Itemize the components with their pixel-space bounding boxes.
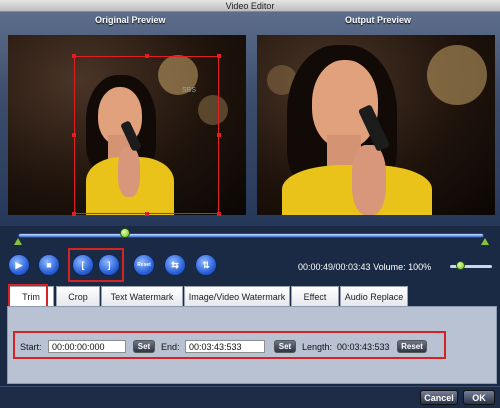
flip-button[interactable]: ⇅ (195, 254, 217, 276)
mark-out-icon: ] (107, 260, 111, 270)
play-icon: ▶ (15, 259, 23, 270)
tab-audio-replace[interactable]: Audio Replace (340, 286, 408, 307)
crop-handle-top-right[interactable] (217, 54, 221, 58)
output-preview-label: Output Preview (345, 15, 412, 25)
length-value: 00:03:43:533 (337, 342, 390, 352)
crop-handle-bottom-right[interactable] (217, 212, 221, 216)
output-preview-pane (257, 35, 495, 215)
crop-handle-bottom[interactable] (145, 212, 149, 216)
window-title-bar: Video Editor (0, 0, 500, 12)
mark-out-button[interactable]: ] (98, 254, 120, 276)
set-end-label: Set (278, 342, 292, 351)
crop-handle-left[interactable] (72, 133, 76, 137)
play-button[interactable]: ▶ (8, 254, 30, 276)
set-start-label: Set (137, 342, 151, 351)
tab-effect-label: Effect (303, 292, 327, 302)
crop-handle-right[interactable] (217, 133, 221, 137)
length-label: Length: (302, 342, 333, 352)
reset-trim-button[interactable]: Reset (397, 340, 427, 353)
crop-handle-bottom-left[interactable] (72, 212, 76, 216)
stop-icon: ■ (46, 260, 52, 270)
end-label: End: (161, 342, 180, 352)
swap-button[interactable]: ⇆ (164, 254, 186, 276)
stop-button[interactable]: ■ (38, 254, 60, 276)
reset-playback-button[interactable]: Reset (133, 254, 155, 276)
cancel-button[interactable]: Cancel (420, 390, 458, 405)
cancel-label: Cancel (424, 392, 454, 403)
window-title: Video Editor (225, 1, 275, 11)
set-end-button[interactable]: Set (274, 340, 296, 353)
start-label: Start: (20, 342, 42, 352)
end-time-input[interactable] (185, 340, 265, 353)
reset-button-label: Reset (137, 262, 151, 268)
crop-selection-box[interactable] (72, 54, 221, 216)
trim-tab-highlight (8, 284, 48, 308)
set-start-button[interactable]: Set (133, 340, 155, 353)
mark-in-button[interactable]: [ (72, 254, 94, 276)
tab-text-watermark-label: Text Watermark (110, 292, 174, 302)
crop-handle-top[interactable] (145, 54, 149, 58)
tab-text-watermark[interactable]: Text Watermark (101, 286, 183, 307)
trim-end-marker[interactable] (481, 238, 489, 245)
trim-start-marker[interactable] (14, 238, 22, 245)
crop-handle-top-left[interactable] (72, 54, 76, 58)
volume-value: 100% (408, 262, 432, 272)
original-preview-label: Original Preview (95, 15, 166, 25)
reset-trim-label: Reset (401, 342, 423, 351)
tab-crop-label: Crop (68, 292, 88, 302)
mark-in-icon: [ (81, 260, 85, 270)
tab-image-video-watermark[interactable]: Image/Video Watermark (184, 286, 290, 307)
timeline-track[interactable] (18, 233, 484, 238)
flip-arrows-icon: ⇅ (202, 259, 210, 270)
start-time-input[interactable] (48, 340, 126, 353)
ok-label: OK (472, 392, 486, 403)
volume-slider-thumb[interactable] (456, 261, 465, 270)
time-volume-info: 00:00:49/00:03:43 Volume: 100% (298, 262, 431, 272)
swap-arrows-icon: ⇆ (171, 259, 179, 270)
output-video-frame (257, 35, 495, 215)
playback-time: 00:00:49/00:03:43 (298, 262, 371, 272)
ok-button[interactable]: OK (463, 390, 495, 405)
tab-effect[interactable]: Effect (291, 286, 339, 307)
volume-label: Volume: (373, 262, 406, 272)
tab-crop[interactable]: Crop (56, 286, 100, 307)
tab-image-video-watermark-label: Image/Video Watermark (188, 292, 286, 302)
tab-audio-replace-label: Audio Replace (344, 292, 404, 302)
